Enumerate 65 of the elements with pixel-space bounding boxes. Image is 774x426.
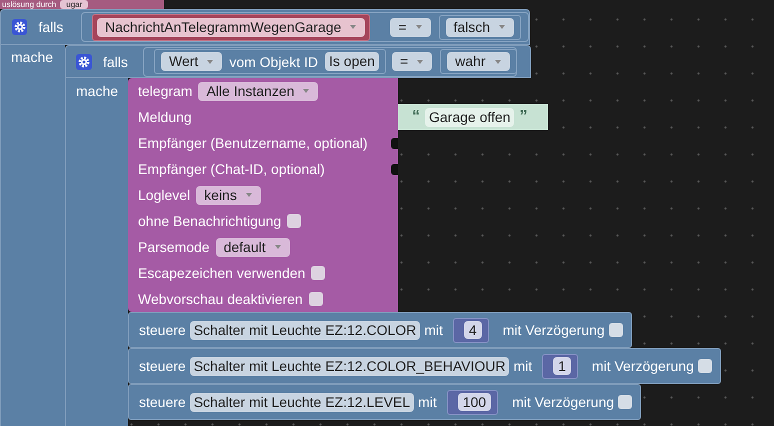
checkbox[interactable] — [608, 323, 623, 337]
block-label: falls — [38, 19, 64, 35]
gear-glyph-icon — [78, 56, 90, 68]
operator-dropdown[interactable]: = — [390, 18, 430, 36]
dropdown-arrow-icon — [302, 88, 310, 94]
value-dropdown[interactable]: wahr — [447, 52, 510, 71]
number-field[interactable]: 4 — [464, 320, 482, 338]
input-socket-icon — [391, 138, 398, 149]
block-label: mache — [11, 49, 54, 65]
dropdown-arrow-icon — [244, 192, 253, 198]
input-socket-icon — [391, 164, 398, 175]
gear-glyph-icon — [14, 21, 26, 33]
value-dropdown[interactable]: falsch — [446, 18, 514, 36]
dropdown-arrow-icon — [206, 58, 214, 64]
number-field[interactable]: 100 — [458, 392, 492, 410]
settings-icon[interactable] — [12, 19, 28, 35]
block-label: falls — [103, 54, 129, 70]
field-label: Loglevel — [138, 187, 190, 203]
block-label: steuere — [139, 394, 186, 410]
dropdown-arrow-icon — [414, 24, 422, 30]
field-label: Webvorschau deaktivieren — [138, 291, 303, 307]
object-id-field[interactable]: Schalter mit Leuchte EZ:12.LEVEL — [190, 392, 414, 412]
dropdown-arrow-icon — [349, 24, 358, 30]
block-label: telegram — [138, 83, 192, 99]
field-label: Empfänger (Benutzername, optional) — [138, 135, 368, 151]
block-label: mit Verzögerung — [502, 322, 605, 338]
dropdown-arrow-icon — [498, 24, 506, 30]
object-id-field[interactable]: Schalter mit Leuchte EZ:12.COLOR — [190, 320, 420, 340]
dropdown-arrow-icon — [274, 244, 282, 250]
checkbox[interactable] — [287, 214, 302, 228]
block-label: mit — [513, 358, 532, 374]
field-label: Empfänger (Chat-ID, optional) — [138, 161, 325, 177]
dropdown-arrow-icon — [416, 58, 424, 64]
block-label: mit Verzögerung — [592, 358, 694, 374]
block-label: mache — [76, 83, 118, 99]
checkbox[interactable] — [698, 359, 712, 373]
dropdown[interactable]: keins — [196, 186, 261, 204]
number-field[interactable]: 1 — [553, 356, 571, 374]
block-label: mit — [424, 322, 443, 338]
variable-dropdown[interactable]: NachrichtAnTelegrammWegenGarage — [97, 18, 366, 36]
property-dropdown[interactable]: Wert — [161, 52, 222, 71]
block-label: vom Objekt ID — [229, 54, 318, 70]
block-label: steuere — [139, 358, 186, 374]
text-field[interactable]: Garage offen — [425, 108, 514, 126]
checkbox[interactable] — [311, 266, 326, 280]
block-label: mit Verzögerung — [512, 394, 614, 410]
trigger-field[interactable]: ugar — [60, 0, 88, 9]
checkbox[interactable] — [618, 395, 632, 409]
block-label: mit — [418, 394, 437, 410]
object-id-field[interactable]: Is open — [325, 52, 379, 71]
checkbox[interactable] — [308, 292, 323, 306]
field-label: ohne Benachrichtigung — [138, 213, 282, 229]
block-label: uslösung durch — [2, 0, 56, 9]
field-label: Escapezeichen verwenden — [138, 265, 306, 281]
dropdown-arrow-icon — [494, 58, 502, 64]
operator-dropdown[interactable]: = — [392, 52, 432, 71]
block-label: steuere — [139, 322, 186, 338]
field-label: Meldung — [138, 109, 192, 125]
settings-icon[interactable] — [76, 54, 92, 70]
object-id-field[interactable]: Schalter mit Leuchte EZ:12.COLOR_BEHAVIOUR — [190, 356, 510, 376]
instance-dropdown[interactable]: Alle Instanzen — [198, 82, 318, 100]
field-label: Parsemode — [138, 239, 210, 255]
dropdown[interactable]: default — [216, 238, 290, 256]
quote-mark: ” — [519, 108, 528, 126]
quote-mark: “ — [412, 108, 420, 126]
